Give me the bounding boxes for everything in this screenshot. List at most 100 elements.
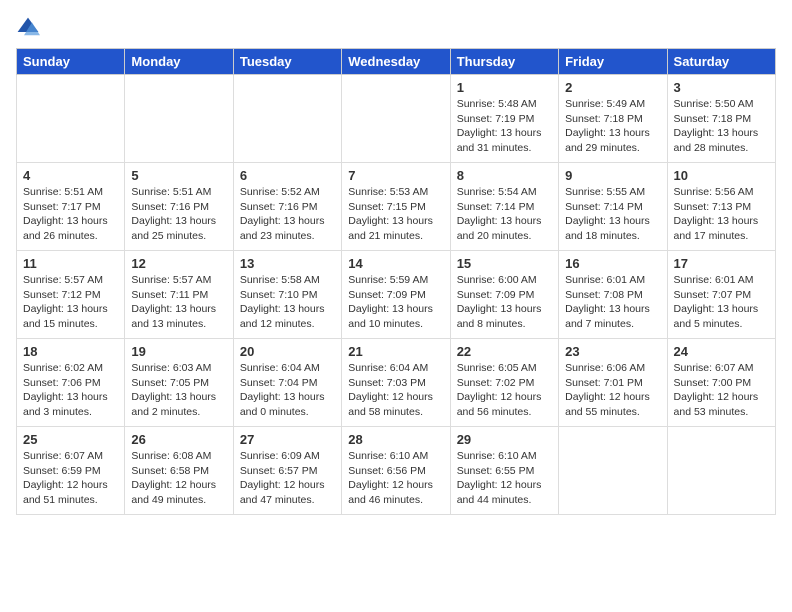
calendar-cell	[559, 427, 667, 515]
cell-day-number: 14	[348, 256, 443, 271]
cell-day-number: 15	[457, 256, 552, 271]
cell-day-number: 19	[131, 344, 226, 359]
calendar-cell: 3 Sunrise: 5:50 AM Sunset: 7:18 PM Daylig…	[667, 75, 775, 163]
cell-day-number: 13	[240, 256, 335, 271]
calendar-cell: 8 Sunrise: 5:54 AM Sunset: 7:14 PM Daylig…	[450, 163, 558, 251]
cell-content: Sunrise: 6:10 AM Sunset: 6:56 PM Dayligh…	[348, 449, 443, 508]
cell-content: Sunrise: 6:08 AM Sunset: 6:58 PM Dayligh…	[131, 449, 226, 508]
calendar-cell: 22 Sunrise: 6:05 AM Sunset: 7:02 PM Dayli…	[450, 339, 558, 427]
cell-day-number: 24	[674, 344, 769, 359]
calendar-cell: 12 Sunrise: 5:57 AM Sunset: 7:11 PM Dayli…	[125, 251, 233, 339]
calendar-cell: 14 Sunrise: 5:59 AM Sunset: 7:09 PM Dayli…	[342, 251, 450, 339]
cell-day-number: 7	[348, 168, 443, 183]
cell-content: Sunrise: 5:56 AM Sunset: 7:13 PM Dayligh…	[674, 185, 769, 244]
day-header-tuesday: Tuesday	[233, 49, 341, 75]
calendar-cell: 11Sunrise: 5:57 AM Sunset: 7:12 PM Dayli…	[17, 251, 125, 339]
calendar-cell: 20 Sunrise: 6:04 AM Sunset: 7:04 PM Dayli…	[233, 339, 341, 427]
cell-content: Sunrise: 5:57 AM Sunset: 7:11 PM Dayligh…	[131, 273, 226, 332]
calendar-cell: 9 Sunrise: 5:55 AM Sunset: 7:14 PM Daylig…	[559, 163, 667, 251]
calendar-cell: 21 Sunrise: 6:04 AM Sunset: 7:03 PM Dayli…	[342, 339, 450, 427]
cell-day-number: 27	[240, 432, 335, 447]
cell-day-number: 12	[131, 256, 226, 271]
cell-content: Sunrise: 6:06 AM Sunset: 7:01 PM Dayligh…	[565, 361, 660, 420]
cell-day-number: 9	[565, 168, 660, 183]
cell-day-number: 6	[240, 168, 335, 183]
cell-content: Sunrise: 5:58 AM Sunset: 7:10 PM Dayligh…	[240, 273, 335, 332]
calendar-cell	[17, 75, 125, 163]
day-header-thursday: Thursday	[450, 49, 558, 75]
cell-day-number: 8	[457, 168, 552, 183]
cell-content: Sunrise: 6:02 AM Sunset: 7:06 PM Dayligh…	[23, 361, 118, 420]
cell-content: Sunrise: 5:52 AM Sunset: 7:16 PM Dayligh…	[240, 185, 335, 244]
cell-content: Sunrise: 5:59 AM Sunset: 7:09 PM Dayligh…	[348, 273, 443, 332]
cell-content: Sunrise: 6:05 AM Sunset: 7:02 PM Dayligh…	[457, 361, 552, 420]
calendar-cell: 19 Sunrise: 6:03 AM Sunset: 7:05 PM Dayli…	[125, 339, 233, 427]
cell-content: Sunrise: 5:55 AM Sunset: 7:14 PM Dayligh…	[565, 185, 660, 244]
calendar-cell: 25 Sunrise: 6:07 AM Sunset: 6:59 PM Dayli…	[17, 427, 125, 515]
cell-content: Sunrise: 5:48 AM Sunset: 7:19 PM Dayligh…	[457, 97, 552, 156]
cell-content: Sunrise: 5:54 AM Sunset: 7:14 PM Dayligh…	[457, 185, 552, 244]
cell-day-number: 25	[23, 432, 118, 447]
cell-content: Sunrise: 5:51 AM Sunset: 7:16 PM Dayligh…	[131, 185, 226, 244]
cell-content: Sunrise: 6:09 AM Sunset: 6:57 PM Dayligh…	[240, 449, 335, 508]
calendar-header-row: SundayMondayTuesdayWednesdayThursdayFrid…	[17, 49, 776, 75]
calendar-cell: 23 Sunrise: 6:06 AM Sunset: 7:01 PM Dayli…	[559, 339, 667, 427]
cell-day-number: 28	[348, 432, 443, 447]
calendar-cell: 13 Sunrise: 5:58 AM Sunset: 7:10 PM Dayli…	[233, 251, 341, 339]
cell-content: Sunrise: 5:51 AM Sunset: 7:17 PM Dayligh…	[23, 185, 118, 244]
calendar-cell: 16 Sunrise: 6:01 AM Sunset: 7:08 PM Dayli…	[559, 251, 667, 339]
cell-content: Sunrise: 6:04 AM Sunset: 7:03 PM Dayligh…	[348, 361, 443, 420]
day-header-saturday: Saturday	[667, 49, 775, 75]
cell-content: Sunrise: 5:50 AM Sunset: 7:18 PM Dayligh…	[674, 97, 769, 156]
day-header-sunday: Sunday	[17, 49, 125, 75]
cell-day-number: 23	[565, 344, 660, 359]
cell-day-number: 4	[23, 168, 118, 183]
cell-day-number: 3	[674, 80, 769, 95]
cell-day-number: 11	[23, 256, 118, 271]
day-header-monday: Monday	[125, 49, 233, 75]
calendar-cell	[342, 75, 450, 163]
calendar-cell: 10 Sunrise: 5:56 AM Sunset: 7:13 PM Dayli…	[667, 163, 775, 251]
calendar-cell: 28 Sunrise: 6:10 AM Sunset: 6:56 PM Dayli…	[342, 427, 450, 515]
calendar-cell: 6 Sunrise: 5:52 AM Sunset: 7:16 PM Daylig…	[233, 163, 341, 251]
logo	[16, 16, 42, 40]
calendar-cell: 15 Sunrise: 6:00 AM Sunset: 7:09 PM Dayli…	[450, 251, 558, 339]
cell-day-number: 29	[457, 432, 552, 447]
calendar-cell: 17 Sunrise: 6:01 AM Sunset: 7:07 PM Dayli…	[667, 251, 775, 339]
calendar-cell: 4 Sunrise: 5:51 AM Sunset: 7:17 PM Daylig…	[17, 163, 125, 251]
cell-content: Sunrise: 6:03 AM Sunset: 7:05 PM Dayligh…	[131, 361, 226, 420]
calendar-cell	[667, 427, 775, 515]
logo-icon	[16, 16, 40, 40]
day-header-wednesday: Wednesday	[342, 49, 450, 75]
calendar-week-3: 11Sunrise: 5:57 AM Sunset: 7:12 PM Dayli…	[17, 251, 776, 339]
cell-content: Sunrise: 6:04 AM Sunset: 7:04 PM Dayligh…	[240, 361, 335, 420]
calendar-cell: 24Sunrise: 6:07 AM Sunset: 7:00 PM Dayli…	[667, 339, 775, 427]
calendar-cell: 2Sunrise: 5:49 AM Sunset: 7:18 PM Daylig…	[559, 75, 667, 163]
calendar-cell: 18Sunrise: 6:02 AM Sunset: 7:06 PM Dayli…	[17, 339, 125, 427]
calendar-cell	[125, 75, 233, 163]
calendar-week-2: 4 Sunrise: 5:51 AM Sunset: 7:17 PM Daylig…	[17, 163, 776, 251]
cell-day-number: 16	[565, 256, 660, 271]
calendar-week-4: 18Sunrise: 6:02 AM Sunset: 7:06 PM Dayli…	[17, 339, 776, 427]
cell-day-number: 22	[457, 344, 552, 359]
cell-content: Sunrise: 6:00 AM Sunset: 7:09 PM Dayligh…	[457, 273, 552, 332]
day-header-friday: Friday	[559, 49, 667, 75]
cell-day-number: 26	[131, 432, 226, 447]
cell-day-number: 17	[674, 256, 769, 271]
cell-day-number: 2	[565, 80, 660, 95]
cell-content: Sunrise: 6:01 AM Sunset: 7:08 PM Dayligh…	[565, 273, 660, 332]
calendar-cell: 7 Sunrise: 5:53 AM Sunset: 7:15 PM Daylig…	[342, 163, 450, 251]
cell-day-number: 10	[674, 168, 769, 183]
cell-day-number: 20	[240, 344, 335, 359]
calendar-cell: 27 Sunrise: 6:09 AM Sunset: 6:57 PM Dayli…	[233, 427, 341, 515]
calendar-cell: 26 Sunrise: 6:08 AM Sunset: 6:58 PM Dayli…	[125, 427, 233, 515]
cell-content: Sunrise: 5:53 AM Sunset: 7:15 PM Dayligh…	[348, 185, 443, 244]
page-header	[16, 16, 776, 40]
calendar-cell	[233, 75, 341, 163]
cell-day-number: 21	[348, 344, 443, 359]
cell-content: Sunrise: 6:07 AM Sunset: 6:59 PM Dayligh…	[23, 449, 118, 508]
calendar-cell: 1Sunrise: 5:48 AM Sunset: 7:19 PM Daylig…	[450, 75, 558, 163]
calendar-cell: 5 Sunrise: 5:51 AM Sunset: 7:16 PM Daylig…	[125, 163, 233, 251]
cell-day-number: 5	[131, 168, 226, 183]
cell-content: Sunrise: 6:01 AM Sunset: 7:07 PM Dayligh…	[674, 273, 769, 332]
